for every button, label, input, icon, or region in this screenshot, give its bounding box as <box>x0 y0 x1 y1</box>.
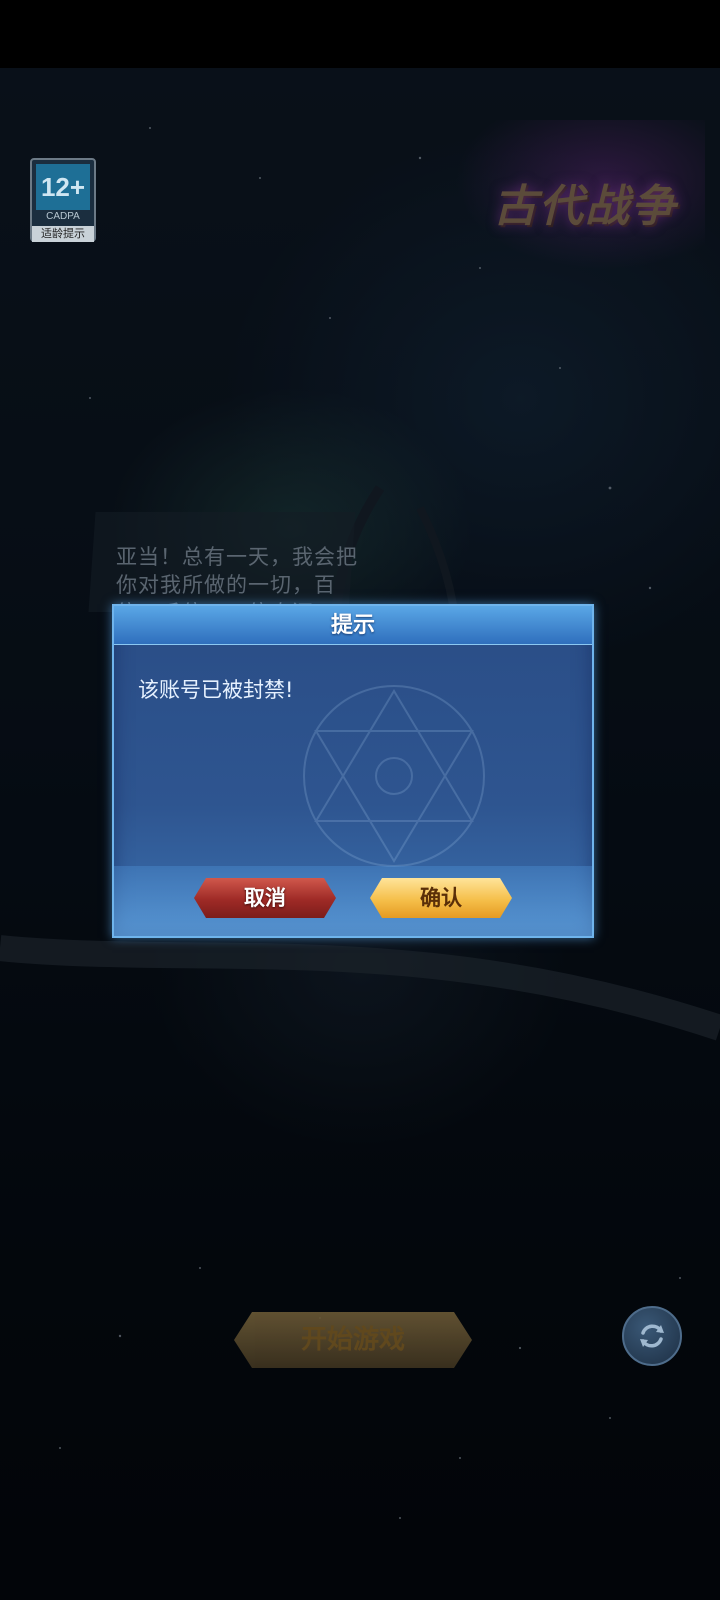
age-rating-badge: 12+ CADPA 适龄提示 <box>30 158 96 242</box>
refresh-button[interactable] <box>622 1306 682 1366</box>
age-rating-number: 12+ <box>36 164 90 210</box>
dialog-footer <box>114 866 592 936</box>
confirm-button[interactable]: 确认 <box>370 878 512 918</box>
game-logo: 古代战争 <box>493 181 677 232</box>
start-game-button[interactable]: 开始游戏 <box>234 1312 472 1368</box>
hexagram-emblem-icon <box>303 685 485 867</box>
dialog-title: 提示 <box>330 612 375 638</box>
ban-dialog: 提示 该账号已被封禁! <box>112 604 594 938</box>
refresh-icon <box>640 1324 664 1348</box>
age-rating-org: CADPA <box>46 211 80 222</box>
age-rating-tip: 适龄提示 <box>32 226 94 242</box>
status-bar-area <box>0 0 720 68</box>
dialog-message: 该账号已被封禁! <box>138 678 294 702</box>
cancel-button[interactable]: 取消 <box>194 878 336 918</box>
